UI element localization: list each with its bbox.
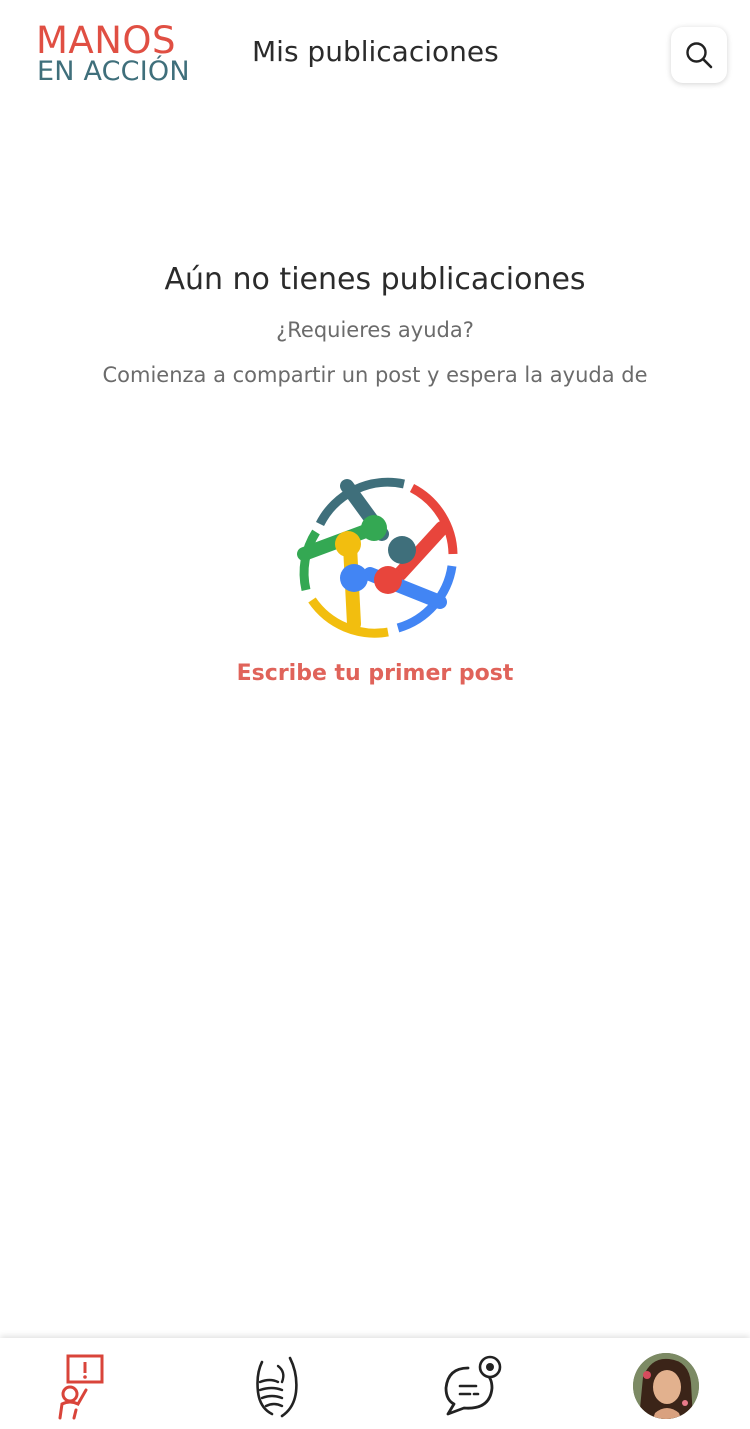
empty-state-description: Comienza a compartir un post y espera la… — [102, 363, 648, 387]
app-header: MANOS EN ACCIÓN Mis publicaciones — [0, 0, 750, 110]
logo-text-line2: EN ACCIÓN — [37, 56, 190, 87]
avatar[interactable] — [633, 1353, 699, 1419]
search-button[interactable] — [671, 27, 727, 83]
profile-photo — [633, 1353, 699, 1419]
handshake-icon — [256, 1356, 298, 1418]
empty-state-title: Aún no tienes publicaciones — [164, 262, 586, 297]
nav-item-requests[interactable] — [50, 1352, 120, 1420]
write-first-post-link[interactable]: Escribe tu primer post — [0, 656, 750, 692]
person-alert-sign-icon — [58, 1354, 104, 1420]
page-title: Mis publicaciones — [252, 35, 499, 68]
joined-hands-circle-illustration — [297, 477, 458, 638]
nav-item-help[interactable] — [242, 1352, 312, 1420]
nav-item-messages[interactable] — [436, 1352, 506, 1420]
empty-state-question: ¿Requieres ayuda? — [276, 318, 474, 342]
search-icon — [686, 42, 713, 69]
bottom-navigation — [0, 1338, 750, 1429]
chat-eye-icon — [444, 1355, 502, 1416]
app-logo[interactable]: MANOS EN ACCIÓN — [36, 22, 206, 90]
logo-text-line1: MANOS — [36, 19, 177, 62]
